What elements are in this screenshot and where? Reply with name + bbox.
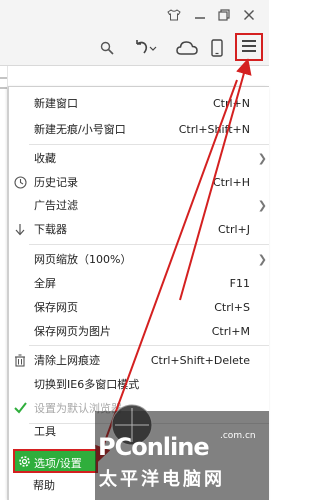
menu-button[interactable]	[235, 33, 263, 61]
menu-item-history[interactable]: 历史记录 Ctrl+H	[9, 171, 270, 193]
menu-item-save-page-as-image[interactable]: 保存网页为图片 Ctrl+M	[9, 320, 270, 342]
gear-icon	[18, 455, 32, 469]
menu-item-options-settings[interactable]: 选项/设置	[13, 449, 98, 473]
menu-item-label: 新建无痕/小号窗口	[34, 123, 126, 136]
menu-separator	[29, 244, 269, 245]
mobile-icon[interactable]	[209, 38, 225, 58]
menu-item-save-page[interactable]: 保存网页 Ctrl+S	[9, 296, 270, 318]
menu-item-label: 保存网页为图片	[34, 325, 111, 338]
page-content-lines	[0, 77, 7, 89]
menu-item-shortcut: Ctrl+Shift+Delete	[150, 353, 250, 367]
menu-item-shortcut: Ctrl+S	[214, 300, 250, 314]
menu-item-label: 全屏	[34, 277, 56, 290]
menu-item-label: 选项/设置	[34, 457, 82, 470]
menu-item-shortcut: Ctrl+H	[212, 175, 250, 189]
menu-item-label: 切换到IE6多窗口模式	[34, 378, 140, 391]
menu-item-label: 工具	[34, 425, 56, 438]
menu-item-shortcut: Ctrl+Shift+N	[178, 122, 250, 136]
menu-item-label: 历史记录	[34, 176, 78, 189]
trash-icon	[13, 353, 27, 367]
watermark-chinese: 太平洋电脑网	[99, 469, 225, 490]
submenu-arrow-icon: ❯	[257, 252, 267, 266]
menu-item-label: 清除上网痕迹	[34, 354, 100, 367]
menu-separator	[29, 345, 269, 346]
menu-item-shortcut: Ctrl+N	[212, 96, 250, 110]
pconline-watermark: PConline .com.cn 太平洋电脑网	[95, 403, 269, 500]
watermark-domain: .com.cn	[220, 431, 256, 441]
watermark-logo-text: PConline	[98, 433, 210, 461]
menu-item-ie6-mode[interactable]: 切换到IE6多窗口模式	[9, 373, 270, 395]
menu-item-zoom[interactable]: 网页缩放（100%） ❯	[9, 248, 270, 270]
title-bar	[0, 0, 269, 30]
menu-item-fullscreen[interactable]: 全屏 F11	[9, 272, 270, 294]
menu-item-label: 新建窗口	[34, 97, 78, 110]
menu-item-label: 帮助	[33, 479, 55, 492]
menu-item-shortcut: Ctrl+M	[211, 324, 250, 338]
menu-item-favorites[interactable]: 收藏 ❯	[9, 147, 270, 169]
search-icon[interactable]	[99, 40, 115, 56]
menu-item-label: 下载器	[34, 223, 67, 236]
undo-icon[interactable]	[133, 38, 157, 58]
menu-item-new-private-window[interactable]: 新建无痕/小号窗口 Ctrl+Shift+N	[9, 118, 270, 140]
checkmark-icon	[13, 401, 27, 415]
menu-item-label: 网页缩放（100%）	[34, 253, 132, 266]
restore-icon[interactable]	[216, 8, 232, 22]
menu-item-shortcut: F11	[229, 276, 250, 290]
close-icon[interactable]	[241, 8, 257, 22]
menu-item-new-window[interactable]: 新建窗口 Ctrl+N	[9, 92, 270, 114]
submenu-arrow-icon: ❯	[257, 198, 267, 212]
menu-separator	[29, 144, 269, 145]
menu-item-shortcut: Ctrl+J	[217, 222, 250, 236]
menu-item-downloader[interactable]: 下载器 Ctrl+J	[9, 218, 270, 240]
menu-item-ad-filter[interactable]: 广告过滤 ❯	[9, 194, 270, 216]
menu-icon	[241, 39, 257, 56]
skin-icon[interactable]	[166, 8, 182, 22]
toolbar	[0, 30, 269, 66]
download-arrow-icon	[13, 222, 27, 236]
menu-item-clear-traces[interactable]: 清除上网痕迹 Ctrl+Shift+Delete	[9, 349, 270, 371]
menu-item-label: 保存网页	[34, 301, 78, 314]
clock-icon	[13, 175, 27, 189]
submenu-arrow-icon: ❯	[257, 151, 267, 165]
menu-item-label: 广告过滤	[34, 199, 78, 212]
page-content-strip	[0, 66, 8, 500]
cloud-icon[interactable]	[175, 38, 199, 58]
minimize-icon[interactable]	[192, 8, 208, 22]
menu-item-label: 收藏	[34, 152, 56, 165]
